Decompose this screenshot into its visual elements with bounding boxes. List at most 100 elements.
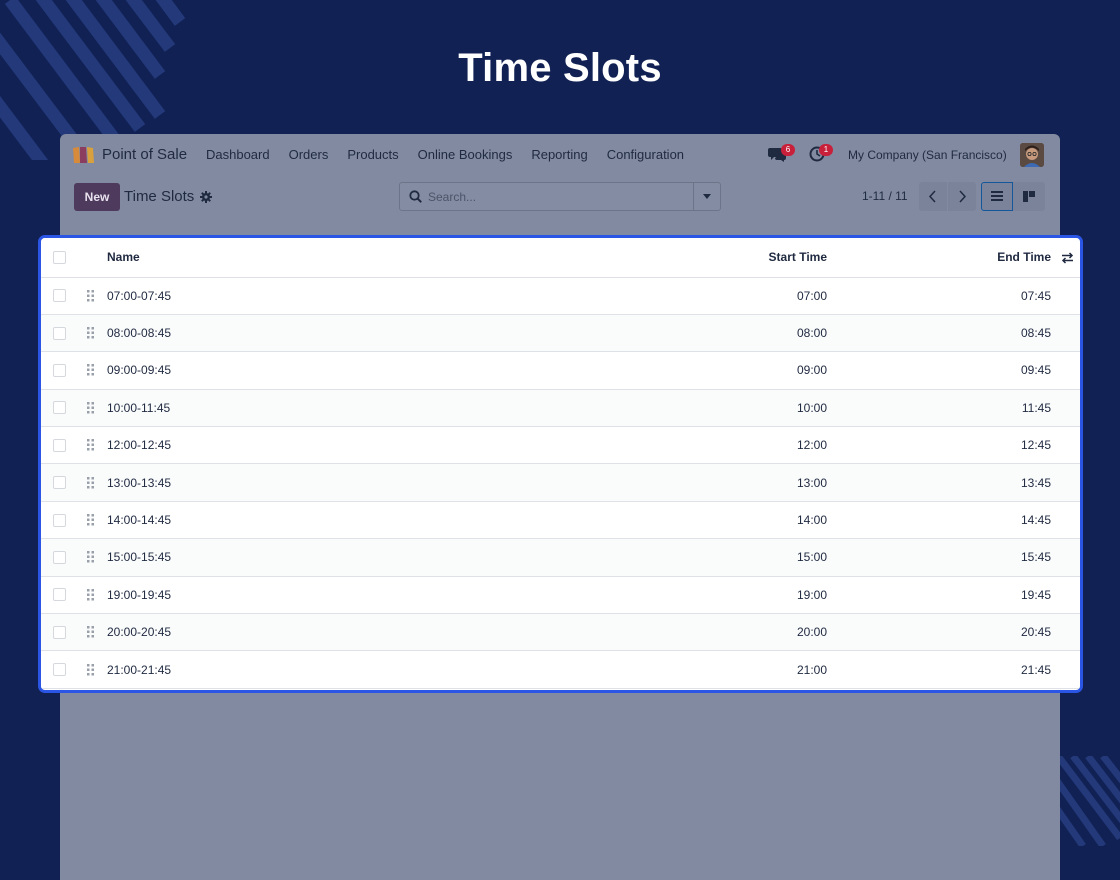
table-row[interactable]: 21:00-21:45 21:00 21:45 — [41, 650, 1080, 689]
row-checkbox[interactable] — [53, 625, 66, 639]
list-icon — [991, 191, 1003, 201]
row-checkbox[interactable] — [53, 513, 66, 527]
cell-start-time[interactable]: 10:00 — [467, 389, 827, 428]
search-icon — [409, 190, 422, 203]
cell-start-time[interactable]: 15:00 — [467, 538, 827, 577]
cell-start-time[interactable]: 21:00 — [467, 650, 827, 689]
table-row[interactable]: 07:00-07:45 07:00 07:45 — [41, 277, 1080, 315]
menu-online-bookings[interactable]: Online Bookings — [418, 147, 513, 162]
cell-name[interactable]: 07:00-07:45 — [107, 277, 467, 315]
search-options-toggle[interactable] — [693, 183, 720, 210]
user-avatar[interactable] — [1020, 143, 1044, 167]
app-name[interactable]: Point of Sale — [102, 146, 187, 163]
optional-columns-icon[interactable] — [1061, 252, 1074, 264]
search-input[interactable] — [428, 189, 683, 205]
cell-name[interactable]: 08:00-08:45 — [107, 314, 467, 353]
cell-start-time[interactable]: 07:00 — [467, 277, 827, 315]
cell-name[interactable]: 09:00-09:45 — [107, 351, 467, 390]
drag-handle-icon[interactable] — [86, 514, 96, 526]
cell-start-time[interactable]: 08:00 — [467, 314, 827, 353]
cell-start-time[interactable]: 12:00 — [467, 426, 827, 465]
cell-start-time[interactable]: 13:00 — [467, 463, 827, 502]
row-checkbox[interactable] — [53, 363, 66, 377]
menu-dashboard[interactable]: Dashboard — [206, 147, 270, 162]
cell-name[interactable]: 12:00-12:45 — [107, 426, 467, 465]
table-row[interactable]: 12:00-12:45 12:00 12:45 — [41, 426, 1080, 465]
cell-start-time[interactable]: 14:00 — [467, 501, 827, 540]
table-row[interactable]: 14:00-14:45 14:00 14:45 — [41, 501, 1080, 540]
column-header-end-time[interactable]: End Time — [997, 250, 1051, 264]
row-checkbox[interactable] — [53, 289, 66, 303]
cell-start-time[interactable]: 19:00 — [467, 576, 827, 615]
row-checkbox[interactable] — [53, 588, 66, 602]
select-all-checkbox[interactable] — [53, 250, 66, 264]
table-row[interactable]: 15:00-15:45 15:00 15:45 — [41, 538, 1080, 577]
cell-end-time[interactable]: 09:45 — [827, 351, 1080, 390]
column-header-start-time[interactable]: Start Time — [467, 238, 827, 278]
chat-badge: 6 — [781, 144, 795, 156]
time-slots-table: Name Start Time End Time 07:00-07:45 07:0… — [38, 235, 1083, 693]
cell-end-time[interactable]: 11:45 — [827, 389, 1080, 428]
drag-handle-icon[interactable] — [86, 289, 96, 302]
drag-handle-icon[interactable] — [86, 663, 96, 676]
cell-end-time[interactable]: 15:45 — [827, 538, 1080, 577]
row-checkbox[interactable] — [53, 401, 66, 415]
cell-end-time[interactable]: 13:45 — [827, 463, 1080, 502]
row-checkbox[interactable] — [53, 326, 66, 340]
cell-name[interactable]: 14:00-14:45 — [107, 501, 467, 540]
cell-name[interactable]: 19:00-19:45 — [107, 576, 467, 615]
cell-end-time[interactable]: 07:45 — [827, 277, 1080, 315]
row-checkbox[interactable] — [53, 550, 66, 564]
cell-end-time[interactable]: 19:45 — [827, 576, 1080, 615]
cell-name[interactable]: 13:00-13:45 — [107, 463, 467, 502]
table-row[interactable]: 09:00-09:45 09:00 09:45 — [41, 351, 1080, 390]
drag-handle-icon[interactable] — [86, 588, 96, 601]
menu-reporting[interactable]: Reporting — [531, 147, 587, 162]
pager-next-button[interactable] — [948, 182, 976, 211]
search-bar — [399, 182, 721, 211]
cell-name[interactable]: 21:00-21:45 — [107, 650, 467, 689]
cell-name[interactable]: 20:00-20:45 — [107, 613, 467, 652]
drag-handle-icon[interactable] — [86, 439, 96, 451]
drag-handle-icon[interactable] — [86, 476, 96, 489]
table-row[interactable]: 10:00-11:45 10:00 11:45 — [41, 389, 1080, 428]
drag-handle-icon[interactable] — [86, 626, 96, 638]
cell-start-time[interactable]: 20:00 — [467, 613, 827, 652]
cell-start-time[interactable]: 09:00 — [467, 351, 827, 390]
cell-name[interactable]: 15:00-15:45 — [107, 538, 467, 577]
table-row[interactable]: 20:00-20:45 20:00 20:45 — [41, 613, 1080, 652]
cell-end-time[interactable]: 20:45 — [827, 613, 1080, 652]
chevron-down-icon — [703, 194, 711, 199]
cell-end-time[interactable]: 21:45 — [827, 650, 1080, 689]
cell-name[interactable]: 10:00-11:45 — [107, 389, 467, 428]
table-row[interactable]: 19:00-19:45 19:00 19:45 — [41, 576, 1080, 615]
gear-icon[interactable] — [200, 191, 212, 203]
table-row[interactable]: 08:00-08:45 08:00 08:45 — [41, 314, 1080, 353]
row-checkbox[interactable] — [53, 663, 66, 677]
breadcrumb: Time Slots — [124, 188, 195, 205]
table-row[interactable]: 13:00-13:45 13:00 13:45 — [41, 463, 1080, 502]
decorative-stripes — [1058, 756, 1120, 846]
row-checkbox[interactable] — [53, 476, 66, 490]
row-checkbox[interactable] — [53, 438, 66, 452]
company-switcher[interactable]: My Company (San Francisco) — [848, 148, 1007, 162]
cell-end-time[interactable]: 08:45 — [827, 314, 1080, 353]
pager-value[interactable]: 1-11 / 11 — [862, 189, 908, 203]
menu-products[interactable]: Products — [347, 147, 398, 162]
new-button[interactable]: New — [74, 183, 120, 211]
drag-handle-icon[interactable] — [86, 551, 96, 563]
drag-handle-icon[interactable] — [86, 401, 96, 414]
column-header-name[interactable]: Name — [107, 238, 467, 278]
kanban-icon — [1023, 191, 1035, 202]
list-view-button[interactable] — [981, 182, 1013, 211]
pager-previous-button[interactable] — [919, 182, 947, 211]
drag-handle-icon[interactable] — [86, 364, 96, 376]
cell-end-time[interactable]: 14:45 — [827, 501, 1080, 540]
cell-end-time[interactable]: 12:45 — [827, 426, 1080, 465]
menu-orders[interactable]: Orders — [289, 147, 329, 162]
menu-configuration[interactable]: Configuration — [607, 147, 684, 162]
kanban-view-button[interactable] — [1013, 182, 1045, 211]
page-title: Time Slots — [458, 46, 662, 90]
drag-handle-icon[interactable] — [86, 327, 96, 339]
main-menu: Dashboard Orders Products Online Booking… — [206, 147, 703, 162]
